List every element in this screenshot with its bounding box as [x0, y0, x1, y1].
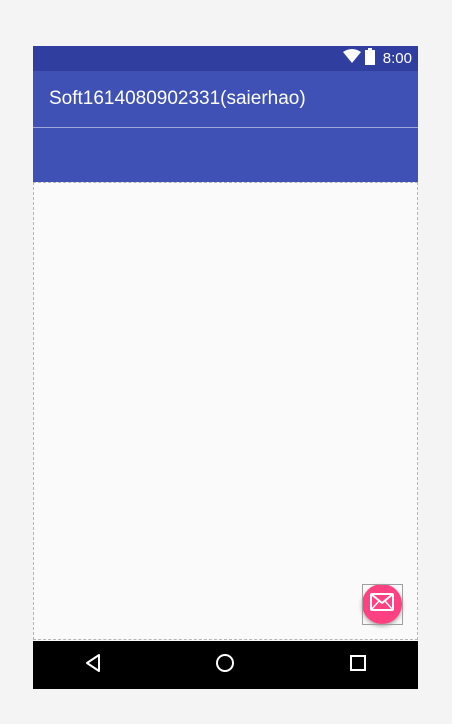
status-clock: 8:00 [382, 50, 412, 67]
toolbar: Soft1614080902331(saierhao) [33, 71, 418, 127]
email-fab-button[interactable] [362, 584, 402, 624]
app-bar-extension [33, 128, 418, 182]
home-button[interactable] [201, 641, 249, 689]
phone-screen: 8:00 Soft1614080902331(saierhao) [33, 46, 418, 689]
wifi-icon [342, 49, 361, 68]
recents-icon [350, 654, 366, 676]
home-icon [215, 653, 235, 678]
mail-icon [370, 592, 394, 616]
back-button[interactable] [69, 641, 117, 689]
battery-icon [364, 47, 375, 70]
status-bar: 8:00 [33, 46, 418, 71]
navigation-bar [33, 641, 418, 689]
recents-button[interactable] [334, 641, 382, 689]
page-title: Soft1614080902331(saierhao) [49, 88, 306, 109]
back-icon [85, 653, 101, 677]
content-area [33, 182, 418, 640]
status-icons: 8:00 [342, 46, 412, 71]
